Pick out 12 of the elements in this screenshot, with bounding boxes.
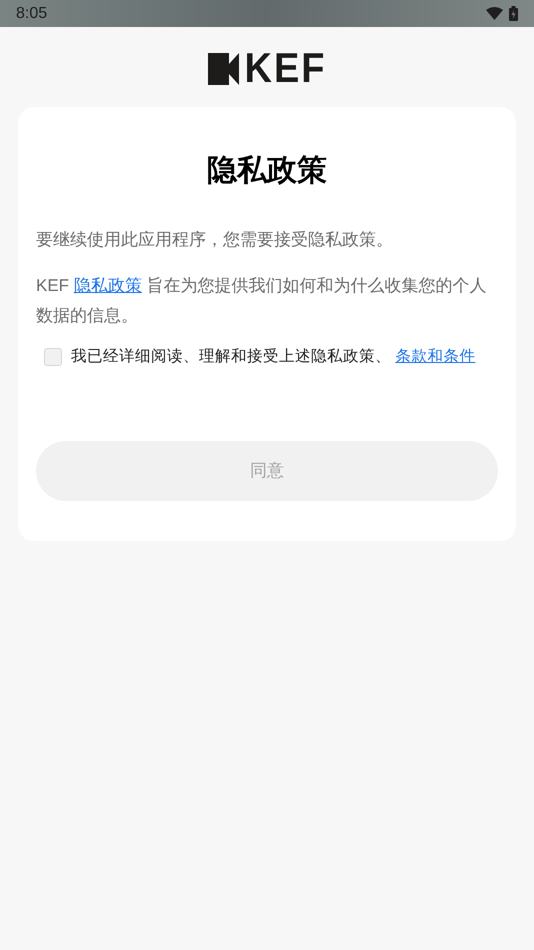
consent-checkbox[interactable] xyxy=(44,348,62,366)
terms-link[interactable]: 条款和条件 xyxy=(395,348,476,365)
intro-text: 要继续使用此应用程序，您需要接受隐私政策。 xyxy=(36,229,394,251)
policy-description: KEF 隐私政策 旨在为您提供我们如何和为什么收集您的个人数据的信息。 xyxy=(36,275,488,327)
logo-block-icon xyxy=(208,53,238,85)
dialog-title: 隐私政策 xyxy=(206,153,328,189)
wifi-icon xyxy=(486,7,503,20)
battery-charging-icon xyxy=(509,6,518,21)
consent-label: 我已经详细阅读、理解和接受上述隐私政策、 条款和条件 xyxy=(71,347,476,367)
brand-logo: KEF xyxy=(244,51,326,87)
status-time: 8:05 xyxy=(16,4,48,24)
privacy-policy-link[interactable]: 隐私政策 xyxy=(74,276,142,295)
